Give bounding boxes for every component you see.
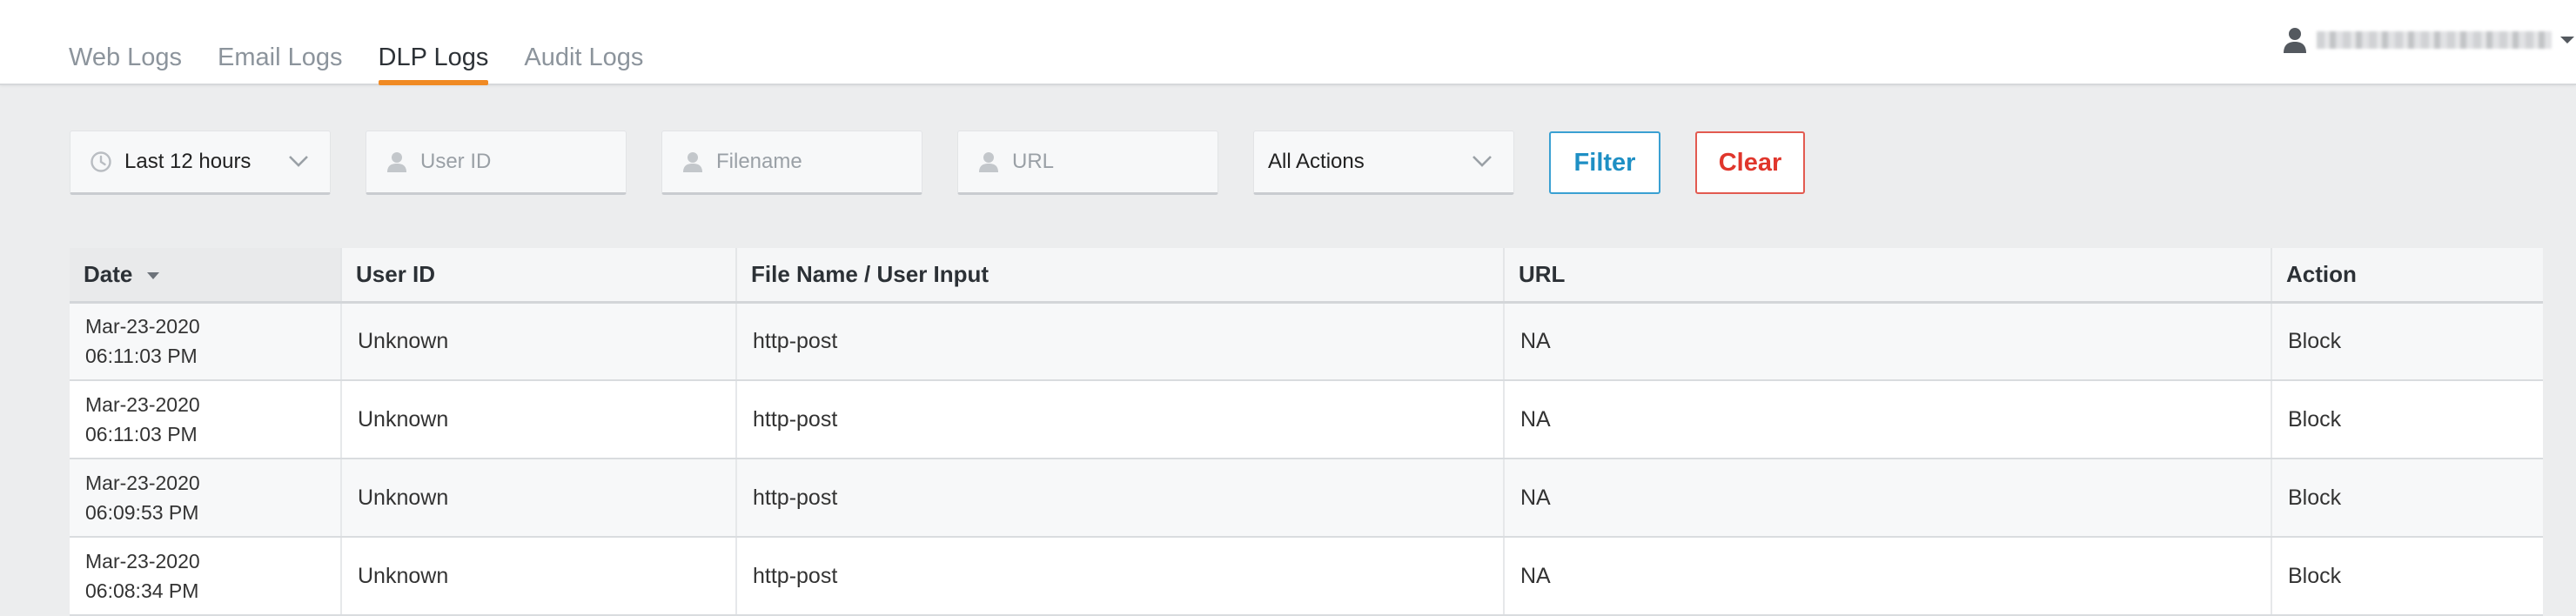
user-icon — [683, 152, 702, 172]
date-value: Mar-23-2020 — [85, 472, 200, 494]
action-select[interactable]: All Actions — [1253, 131, 1514, 195]
user-id-cell: Unknown — [341, 459, 737, 538]
time-value: 06:11:03 PM — [85, 423, 198, 445]
url-field[interactable] — [957, 131, 1218, 195]
user-icon — [2284, 28, 2306, 53]
time-value: 06:09:53 PM — [85, 501, 199, 524]
filename-field[interactable] — [661, 131, 922, 195]
clock-icon — [91, 151, 111, 172]
time-range-value: Last 12 hours — [124, 150, 252, 173]
log-tabs: Web Logs Email Logs DLP Logs Audit Logs — [69, 0, 679, 85]
table-row[interactable]: Mar-23-2020 06:11:03 PM Unknown http-pos… — [70, 302, 2543, 381]
user-icon — [979, 152, 998, 172]
column-header-url[interactable]: URL — [1504, 248, 2272, 304]
tab-web-logs[interactable]: Web Logs — [69, 0, 182, 85]
filename-input[interactable] — [716, 150, 890, 174]
url-cell: NA — [1504, 537, 2272, 616]
table-row[interactable]: Mar-23-2020 06:09:53 PM Unknown http-pos… — [70, 459, 2543, 538]
column-header-user-id[interactable]: User ID — [341, 248, 737, 304]
action-cell: Block — [2271, 302, 2543, 381]
action-select-value: All Actions — [1268, 150, 1365, 173]
time-range-select[interactable]: Last 12 hours — [70, 131, 331, 195]
date-value: Mar-23-2020 — [85, 393, 200, 416]
date-cell: Mar-23-2020 06:11:03 PM — [70, 302, 342, 381]
dlp-logs-table: Date User ID File Name / User Input URL … — [70, 248, 2543, 616]
sort-descending-icon — [146, 271, 159, 279]
action-cell: Block — [2271, 459, 2543, 538]
date-cell: Mar-23-2020 06:08:34 PM — [70, 537, 342, 616]
user-menu[interactable] — [2282, 24, 2576, 56]
url-cell: NA — [1504, 459, 2272, 538]
date-value: Mar-23-2020 — [85, 550, 200, 572]
top-navigation-bar: Web Logs Email Logs DLP Logs Audit Logs — [0, 0, 2576, 85]
user-id-input[interactable] — [420, 150, 594, 174]
action-cell: Block — [2271, 537, 2543, 616]
user-id-field[interactable] — [366, 131, 627, 195]
user-id-cell: Unknown — [341, 302, 737, 381]
file-name-cell: http-post — [736, 380, 1505, 459]
tab-dlp-logs[interactable]: DLP Logs — [378, 0, 488, 85]
date-cell: Mar-23-2020 06:11:03 PM — [70, 380, 342, 459]
tab-email-logs[interactable]: Email Logs — [218, 0, 342, 85]
url-cell: NA — [1504, 380, 2272, 459]
user-name-redacted — [2317, 31, 2552, 49]
user-icon — [387, 152, 406, 172]
table-row[interactable]: Mar-23-2020 06:11:03 PM Unknown http-pos… — [70, 380, 2543, 459]
tab-audit-logs[interactable]: Audit Logs — [524, 0, 643, 85]
action-cell: Block — [2271, 380, 2543, 459]
date-value: Mar-23-2020 — [85, 315, 200, 338]
clear-button[interactable]: Clear — [1695, 131, 1805, 194]
url-input[interactable] — [1012, 150, 1186, 174]
file-name-cell: http-post — [736, 459, 1505, 538]
chevron-down-icon — [289, 156, 308, 167]
column-header-label: Date — [84, 260, 133, 287]
table-header-row: Date User ID File Name / User Input URL … — [70, 248, 2543, 304]
user-id-cell: Unknown — [341, 537, 737, 616]
file-name-cell: http-post — [736, 537, 1505, 616]
chevron-down-icon — [1472, 156, 1492, 167]
chevron-down-icon — [2560, 37, 2574, 44]
filter-button[interactable]: Filter — [1549, 131, 1660, 194]
date-cell: Mar-23-2020 06:09:53 PM — [70, 459, 342, 538]
url-cell: NA — [1504, 302, 2272, 381]
table-row[interactable]: Mar-23-2020 06:08:34 PM Unknown http-pos… — [70, 537, 2543, 616]
column-header-file-name[interactable]: File Name / User Input — [736, 248, 1505, 304]
user-id-cell: Unknown — [341, 380, 737, 459]
filter-bar: Last 12 hours All Actions Filter Clear — [70, 131, 1840, 195]
time-value: 06:08:34 PM — [85, 579, 199, 602]
column-header-date[interactable]: Date — [70, 248, 342, 304]
file-name-cell: http-post — [736, 302, 1505, 381]
time-value: 06:11:03 PM — [85, 345, 198, 368]
column-header-action[interactable]: Action — [2271, 248, 2543, 304]
